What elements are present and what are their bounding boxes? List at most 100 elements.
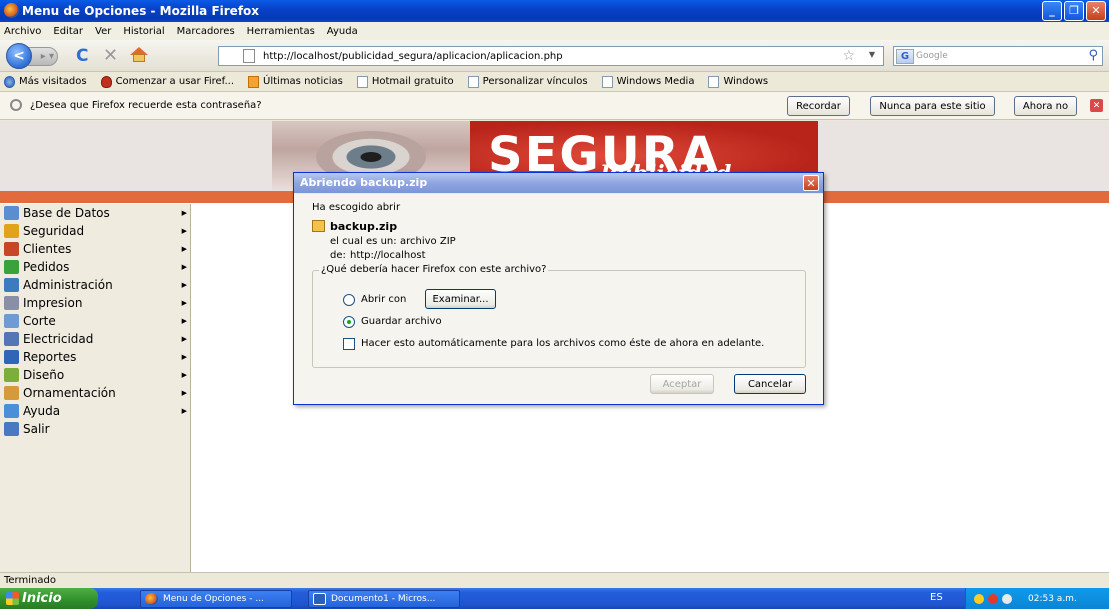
start-label: Inicio: [22, 591, 62, 606]
file-from-value: http://localhost: [350, 250, 426, 261]
url-dropdown-icon[interactable]: ▼: [869, 50, 875, 59]
google-icon[interactable]: G: [896, 48, 914, 64]
stop-icon[interactable]: ✕: [103, 45, 118, 66]
bookmark-hotmail[interactable]: Hotmail gratuito: [356, 75, 454, 88]
never-for-site-button[interactable]: Nunca para este sitio: [870, 96, 995, 116]
menu-ver[interactable]: Ver: [95, 26, 111, 37]
menu-herramientas[interactable]: Herramientas: [247, 26, 315, 37]
firefox-icon: [145, 593, 158, 605]
close-notification-icon[interactable]: ✕: [1090, 99, 1103, 112]
url-bar[interactable]: http://localhost/publicidad_segura/aplic…: [218, 46, 884, 66]
window-title: Menu de Opciones - Mozilla Firefox: [22, 4, 260, 18]
not-now-button[interactable]: Ahora no: [1014, 96, 1077, 116]
submenu-arrow-icon: ▶: [181, 209, 187, 217]
menu-bar: Archivo Editar Ver Historial Marcadores …: [0, 22, 1109, 40]
sidebar-item-salir[interactable]: Salir: [0, 420, 191, 438]
rss-icon: [248, 75, 260, 88]
help-icon: [4, 404, 19, 418]
page-icon: [467, 75, 479, 88]
task-word[interactable]: Documento1 - Micros...: [308, 590, 460, 608]
home-icon[interactable]: [130, 47, 148, 63]
bookmark-mas-visitados[interactable]: Más visitados: [4, 75, 87, 88]
administration-icon: [4, 278, 19, 292]
electricity-icon: [4, 332, 19, 346]
maximize-button[interactable]: ❐: [1064, 1, 1084, 21]
sidebar-item-seguridad[interactable]: Seguridad ▶: [0, 222, 191, 240]
bookmark-windows[interactable]: Windows: [708, 75, 768, 88]
exit-icon: [4, 422, 19, 436]
bookmark-windows-media[interactable]: Windows Media: [601, 75, 694, 88]
start-button[interactable]: Inicio: [0, 588, 98, 609]
sidebar-menu: Base de Datos ▶ Seguridad ▶ Clientes ▶ Pedi…: [0, 204, 191, 572]
dialog-filename: backup.zip: [330, 220, 398, 233]
sidebar-item-impresion[interactable]: Impresion ▶: [0, 294, 191, 312]
orders-icon: [4, 260, 19, 274]
bookmark-ultimas-noticias[interactable]: Últimas noticias: [248, 75, 343, 88]
auto-action-checkbox[interactable]: [343, 338, 355, 350]
zip-file-icon: [312, 220, 325, 232]
action-question: ¿Qué debería hacer Firefox con este arch…: [319, 264, 549, 275]
sidebar-item-electricidad[interactable]: Electricidad ▶: [0, 330, 191, 348]
dialog-close-button[interactable]: ✕: [803, 175, 819, 191]
url-text: http://localhost/publicidad_segura/aplic…: [263, 50, 563, 62]
menu-archivo[interactable]: Archivo: [4, 26, 41, 37]
sidebar-item-diseno[interactable]: Diseño ▶: [0, 366, 191, 384]
back-button[interactable]: <: [6, 43, 32, 69]
ornament-icon: [4, 386, 19, 400]
task-firefox[interactable]: Menu de Opciones - ...: [140, 590, 292, 608]
antivirus-icon[interactable]: [988, 593, 998, 604]
menu-marcadores[interactable]: Marcadores: [177, 26, 235, 37]
accept-button[interactable]: Aceptar: [650, 374, 714, 394]
sidebar-item-pedidos[interactable]: Pedidos ▶: [0, 258, 191, 276]
database-icon: [4, 206, 19, 220]
submenu-arrow-icon: ▶: [181, 245, 187, 253]
action-group: ¿Qué debería hacer Firefox con este arch…: [312, 264, 806, 368]
bookmark-star-icon[interactable]: ☆: [842, 48, 855, 64]
submenu-arrow-icon: ▶: [181, 389, 187, 397]
sidebar-item-ornamentacion[interactable]: Ornamentación ▶: [0, 384, 191, 402]
menu-editar[interactable]: Editar: [53, 26, 83, 37]
sidebar-item-ayuda[interactable]: Ayuda ▶: [0, 402, 191, 420]
remember-button[interactable]: Recordar: [787, 96, 850, 116]
sidebar-item-reportes[interactable]: Reportes ▶: [0, 348, 191, 366]
dialog-title[interactable]: Abriendo backup.zip: [294, 173, 823, 193]
submenu-arrow-icon: ▶: [181, 281, 187, 289]
close-window-button[interactable]: ✕: [1086, 1, 1106, 21]
design-icon: [4, 368, 19, 382]
submenu-arrow-icon: ▶: [181, 371, 187, 379]
bookmark-personalizar[interactable]: Personalizar vínculos: [467, 75, 588, 88]
browse-button[interactable]: Examinar...: [425, 289, 496, 309]
page-icon: [601, 75, 613, 88]
submenu-arrow-icon: ▶: [181, 335, 187, 343]
download-dialog: Abriendo backup.zip ✕ Ha escogido abrir …: [293, 172, 824, 405]
sidebar-item-corte[interactable]: Corte ▶: [0, 312, 191, 330]
search-bar[interactable]: G Google ⚲: [893, 46, 1103, 66]
submenu-arrow-icon: ▶: [181, 299, 187, 307]
security-shield-icon[interactable]: [974, 593, 984, 604]
cancel-button[interactable]: Cancelar: [734, 374, 806, 394]
language-indicator[interactable]: ES: [930, 592, 943, 603]
search-icon[interactable]: ⚲: [1088, 48, 1098, 63]
cut-icon: [4, 314, 19, 328]
bookmark-comenzar[interactable]: Comenzar a usar Firef...: [100, 75, 234, 88]
reload-icon[interactable]: C: [76, 46, 88, 66]
minimize-button[interactable]: _: [1042, 1, 1062, 21]
windows-flag-icon: [6, 592, 19, 605]
dialog-body: Ha escogido abrir backup.zip el cual es …: [294, 194, 823, 404]
menu-historial[interactable]: Historial: [123, 26, 164, 37]
folder-icon: [4, 75, 15, 88]
save-file-radio[interactable]: [343, 316, 355, 328]
window-title-bar[interactable]: Menu de Opciones - Mozilla Firefox _ ❐ ✕: [0, 0, 1109, 22]
open-with-radio[interactable]: [343, 294, 355, 306]
file-from-label: de:: [330, 250, 346, 261]
word-icon: [313, 593, 326, 605]
menu-ayuda[interactable]: Ayuda: [327, 26, 358, 37]
sidebar-item-clientes[interactable]: Clientes ▶: [0, 240, 191, 258]
sidebar-item-base-de-datos[interactable]: Base de Datos ▶: [0, 204, 191, 222]
status-bar: Terminado: [0, 572, 1109, 588]
forward-button[interactable]: ▸ ▾: [28, 47, 58, 66]
taskbar: Inicio Menu de Opciones - ... Documento1…: [0, 588, 1109, 609]
sidebar-item-administracion[interactable]: Administración ▶: [0, 276, 191, 294]
network-icon[interactable]: [1002, 593, 1012, 604]
notification-message: ¿Desea que Firefox recuerde esta contras…: [30, 100, 262, 111]
